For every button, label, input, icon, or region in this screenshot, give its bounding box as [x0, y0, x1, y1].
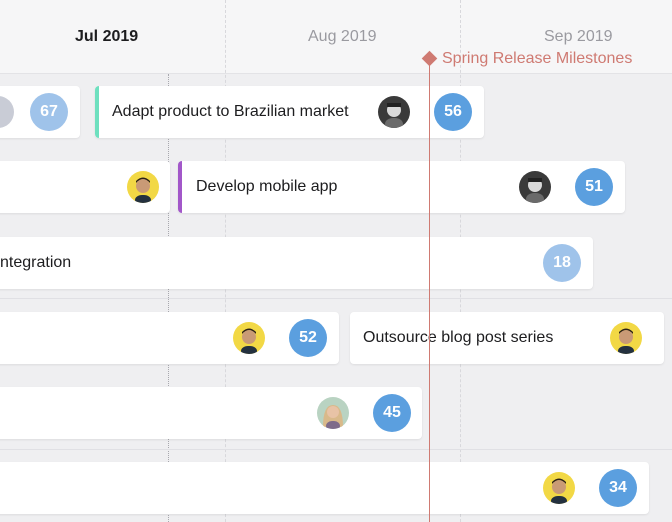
avatar [233, 322, 265, 354]
avatar [0, 96, 14, 128]
count-badge: 51 [575, 168, 613, 206]
row-separator [0, 449, 672, 450]
card-title: Adapt product to Brazilian market [112, 103, 349, 120]
milestone-label[interactable]: Spring Release Milestones [442, 50, 632, 68]
timeline-card[interactable]: 67 [0, 86, 80, 138]
month-label-jul: Jul 2019 [75, 28, 139, 45]
avatar [519, 171, 551, 203]
timeline-card[interactable] [0, 161, 170, 213]
card-title: Outsource blog post series [363, 329, 554, 346]
card-title: ntegration [0, 254, 72, 271]
month-label-sep: Sep 2019 [544, 28, 613, 45]
card-accent [178, 161, 182, 213]
timeline-card[interactable]: 45 [0, 387, 422, 439]
avatar [543, 472, 575, 504]
card-accent [95, 86, 99, 138]
count-badge: 45 [373, 394, 411, 432]
count-badge: 67 [30, 93, 68, 131]
count-badge: 56 [434, 93, 472, 131]
timeline-card[interactable]: 52 [0, 312, 339, 364]
count-badge: 34 [599, 469, 637, 507]
count-badge: 52 [289, 319, 327, 357]
row-separator [0, 298, 672, 299]
month-label-aug: Aug 2019 [308, 28, 377, 45]
milestone-line [429, 58, 430, 522]
avatar [610, 322, 642, 354]
avatar [127, 171, 159, 203]
timeline-card[interactable]: Develop mobile app 51 [178, 161, 625, 213]
timeline-card[interactable]: ntegration 18 [0, 237, 593, 289]
timeline-card[interactable]: Adapt product to Brazilian market 56 [95, 86, 484, 138]
count-badge: 18 [543, 244, 581, 282]
timeline-card[interactable]: Outsource blog post series [350, 312, 664, 364]
timeline-card[interactable]: 34 [0, 462, 649, 514]
avatar [378, 96, 410, 128]
avatar [317, 397, 349, 429]
card-title: Develop mobile app [196, 178, 338, 195]
